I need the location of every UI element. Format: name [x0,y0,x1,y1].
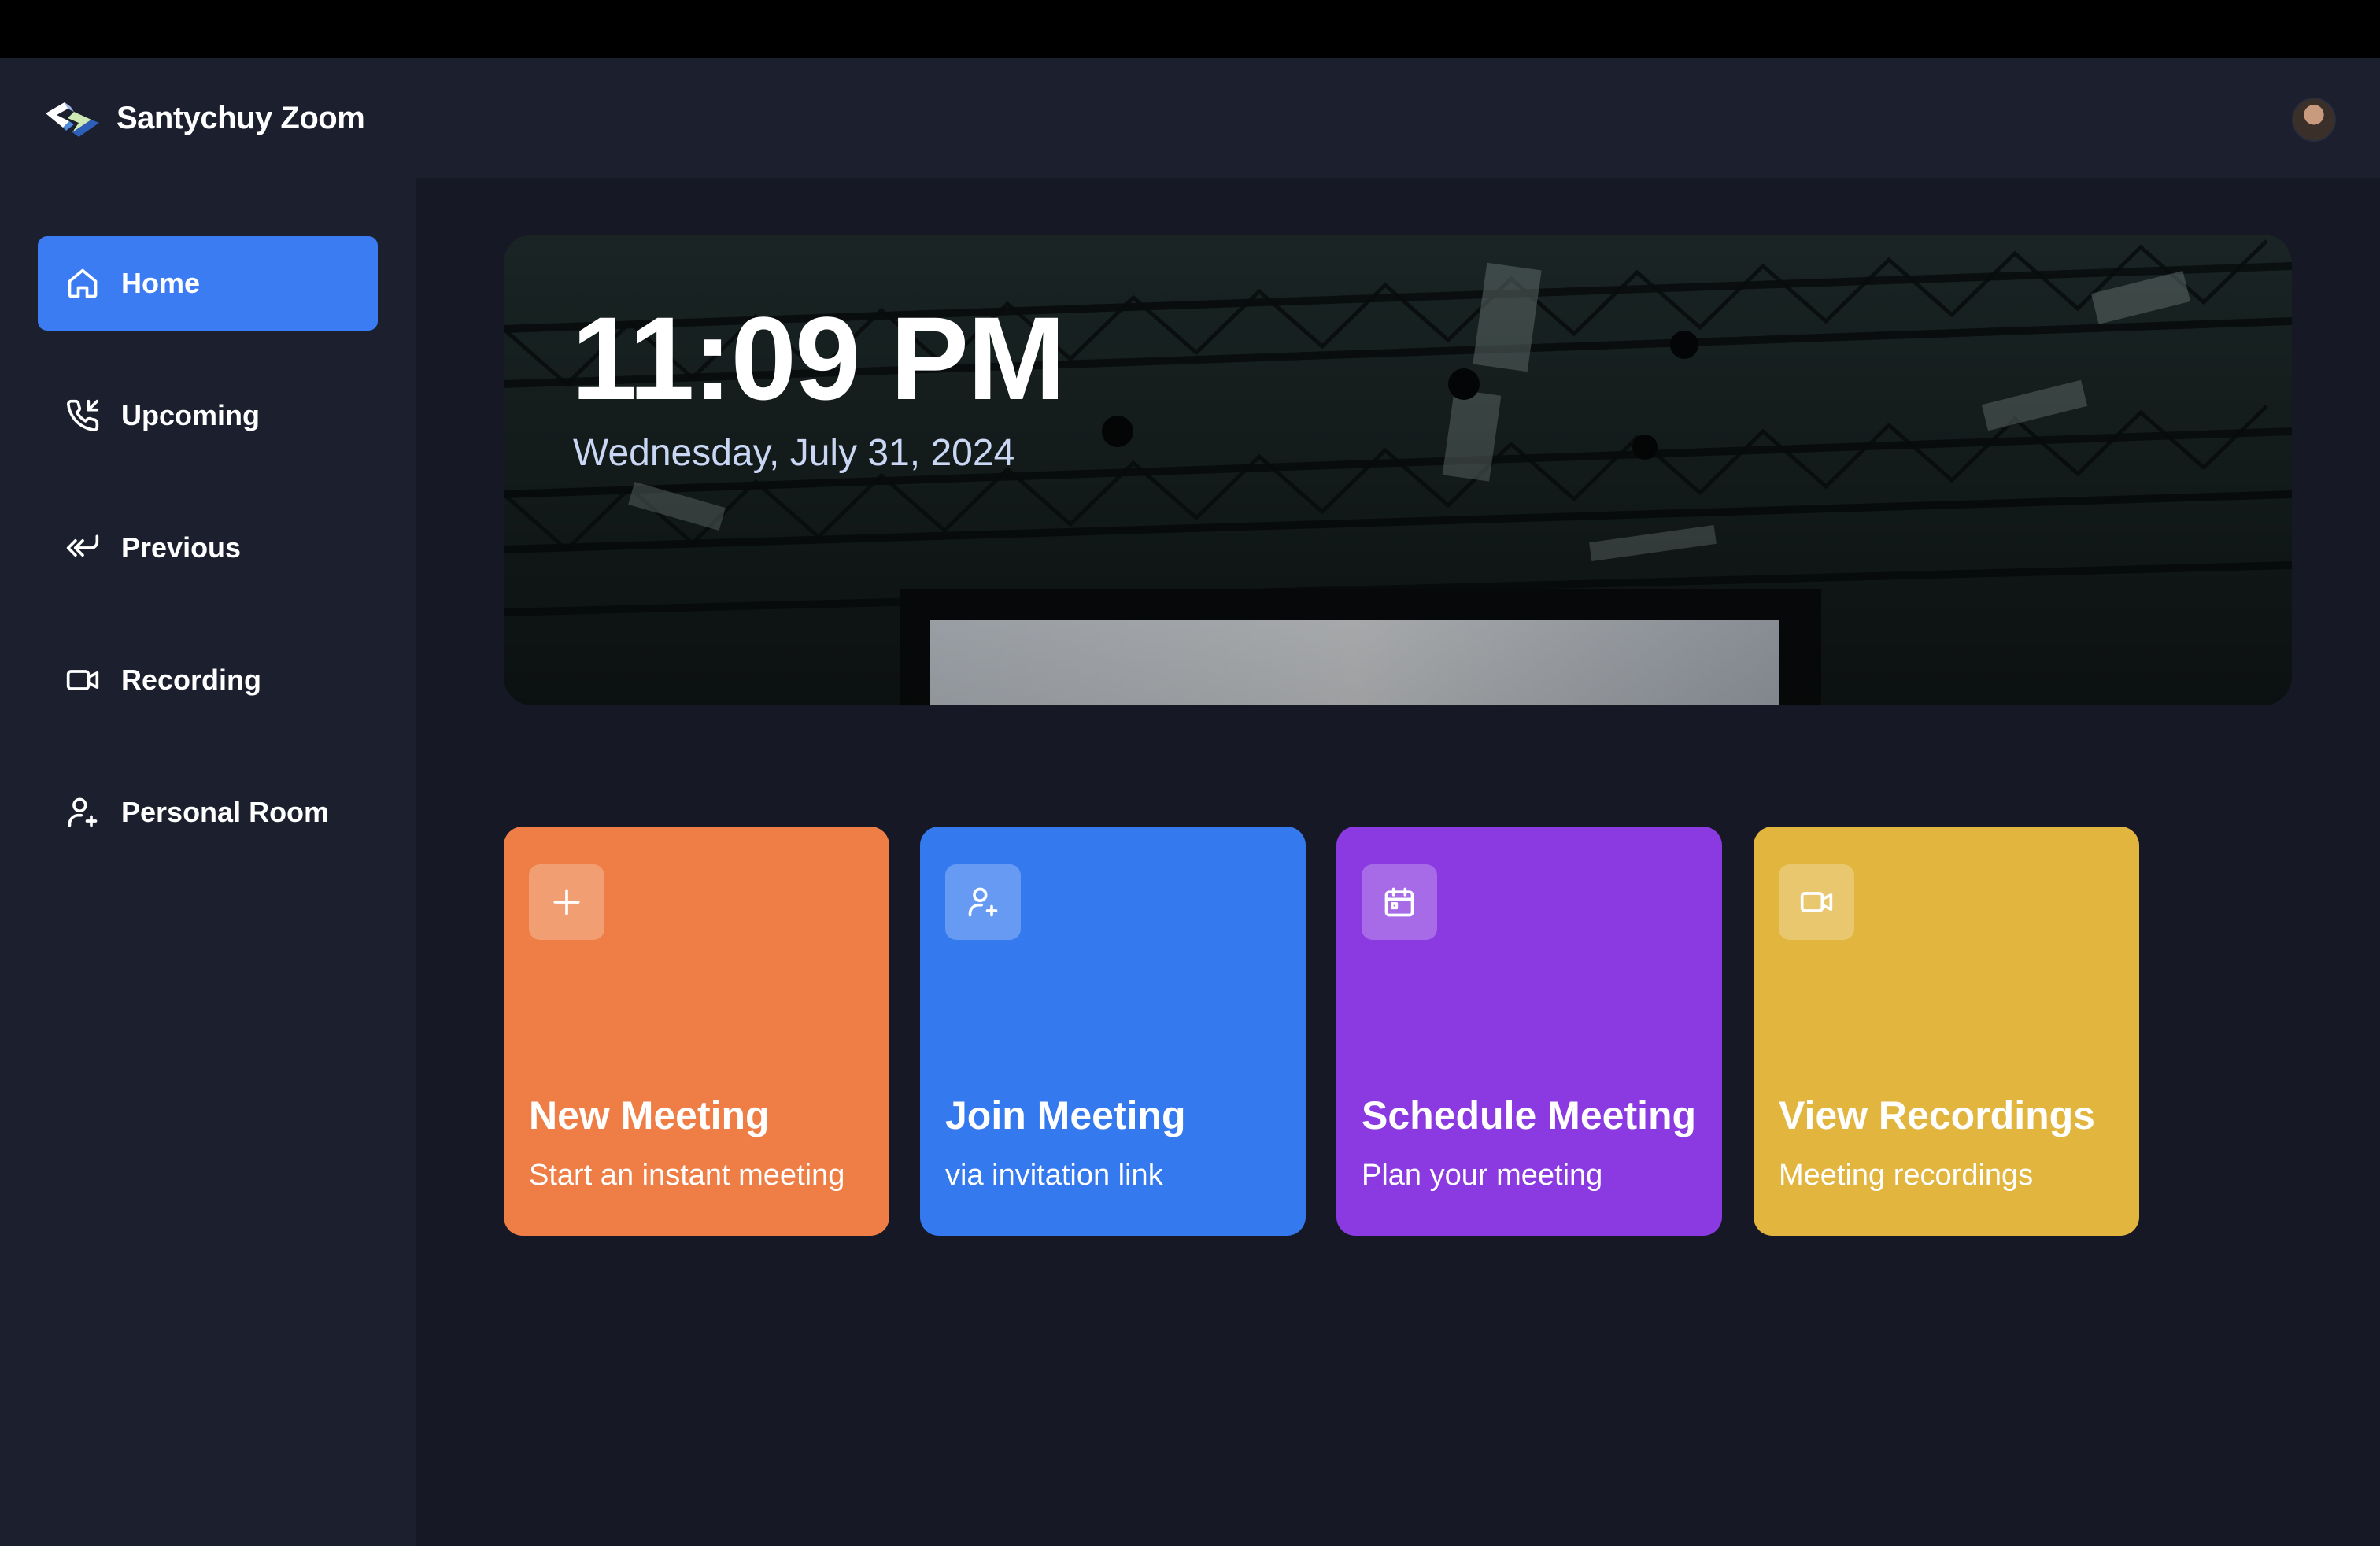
app-header: Santychuy Zoom [0,58,2380,178]
user-avatar[interactable] [2292,98,2336,142]
card-subtitle: Start an instant meeting [529,1159,845,1192]
new-meeting-card[interactable]: New Meeting Start an instant meeting [504,827,889,1236]
app-window: Santychuy Zoom Home Upcoming Previous Re… [0,58,2380,1546]
current-date: Wednesday, July 31, 2024 [573,432,1015,474]
sidebar-item-home[interactable]: Home [38,236,378,331]
phone-incoming-icon [65,398,101,434]
video-icon [65,662,101,698]
user-plus-icon [65,794,101,830]
schedule-meeting-card[interactable]: Schedule Meeting Plan your meeting [1336,827,1722,1236]
card-subtitle: Plan your meeting [1362,1159,1603,1192]
app-title: Santychuy Zoom [116,100,365,135]
user-plus-icon [945,864,1021,940]
sidebar-item-label: Recording [121,664,262,696]
sidebar-item-recording[interactable]: Recording [38,633,378,727]
sidebar-item-label: Personal Room [121,796,330,828]
card-title: Schedule Meeting [1362,1093,1697,1137]
app-logo[interactable]: Santychuy Zoom [42,90,365,146]
calendar-icon [1362,864,1437,940]
plus-icon [529,864,604,940]
sidebar: Home Upcoming Previous Recording Persona… [0,178,416,1546]
sidebar-item-upcoming[interactable]: Upcoming [38,368,378,463]
sidebar-item-label: Previous [121,531,242,564]
zoom-logo-icon [42,96,102,140]
card-title: New Meeting [529,1093,770,1137]
hero-banner: 11:09 PM Wednesday, July 31, 2024 [504,235,2292,705]
card-subtitle: via invitation link [945,1159,1163,1192]
reply-arrow-icon [65,530,101,566]
card-title: View Recordings [1779,1093,2095,1137]
sidebar-item-personal-room[interactable]: Personal Room [38,765,378,860]
home-icon [65,265,101,301]
view-recordings-card[interactable]: View Recordings Meeting recordings [1754,827,2139,1236]
join-meeting-card[interactable]: Join Meeting via invitation link [920,827,1306,1236]
sidebar-item-label: Upcoming [121,399,260,431]
card-subtitle: Meeting recordings [1779,1159,2034,1192]
sidebar-item-previous[interactable]: Previous [38,501,378,595]
main-content: 11:09 PM Wednesday, July 31, 2024 New Me… [416,178,2380,1546]
window-top-bar [0,0,2380,58]
current-time: 11:09 PM [571,292,1066,424]
card-title: Join Meeting [945,1093,1186,1137]
sidebar-item-label: Home [121,267,201,299]
video-icon [1779,864,1854,940]
